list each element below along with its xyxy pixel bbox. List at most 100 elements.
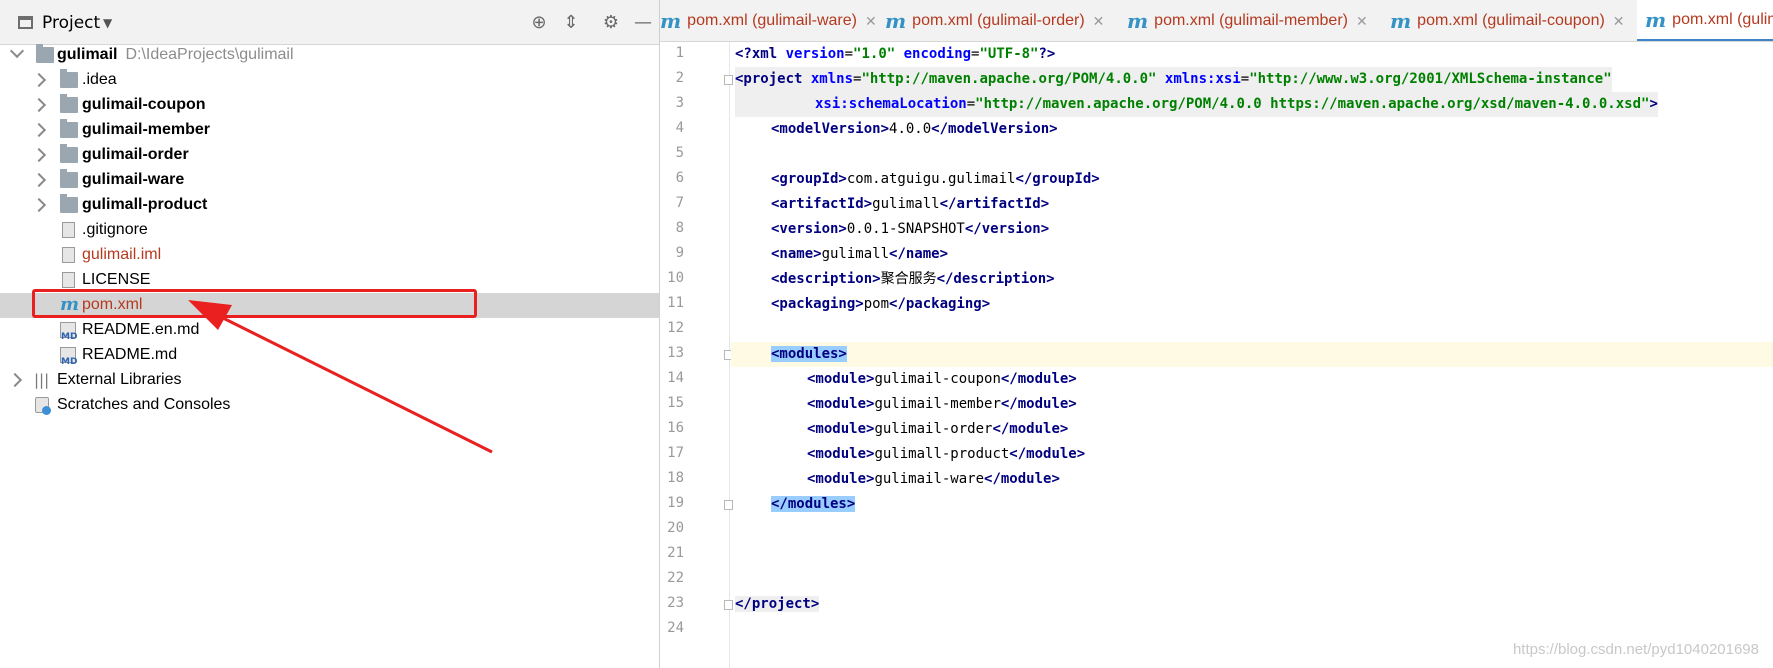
tree-item-module[interactable]: gulimail-member: [0, 118, 659, 143]
line-number: 15: [667, 395, 684, 411]
chevron-right-icon[interactable]: [31, 172, 47, 188]
module-folder-icon: [60, 194, 78, 213]
close-icon[interactable]: ✕: [1356, 13, 1368, 30]
token: encoding: [895, 46, 972, 62]
token: gulimail-coupon: [874, 371, 1001, 387]
token: </packaging>: [889, 296, 991, 312]
chevron-down-icon[interactable]: ▼: [103, 16, 112, 30]
chevron-right-icon[interactable]: [31, 197, 47, 213]
token: </module>: [992, 421, 1069, 437]
project-panel-header: Project ▼ ⊕ ⇕ ⚙ —: [0, 0, 659, 45]
tree-item-label: Scratches and Consoles: [57, 396, 231, 413]
clock-icon: [42, 406, 51, 415]
chevron-right-icon[interactable]: [7, 372, 23, 388]
token: <description>: [771, 271, 881, 287]
tab-label: pom.xml (gulimail-order): [912, 12, 1085, 29]
chevron-right-icon[interactable]: [31, 147, 47, 163]
line-number: 18: [667, 470, 684, 486]
tree-item-module[interactable]: gulimail-ware: [0, 168, 659, 193]
tab-pom-member[interactable]: m pom.xml (gulimail-member) ✕: [1127, 0, 1377, 41]
tree-item-label: gulimail D:\IdeaProjects\gulimail: [57, 46, 294, 64]
tree-item-file[interactable]: MD README.md: [0, 343, 659, 368]
tree-item-label: pom.xml: [82, 296, 143, 313]
line-number: 12: [667, 320, 684, 336]
token: <modelVersion>: [771, 121, 890, 137]
token: <module>: [807, 471, 875, 487]
code-line-15: <module>gulimail-member</module>: [807, 392, 1077, 417]
token: "UTF-8": [979, 46, 1039, 62]
token: </project>: [735, 596, 820, 612]
tree-item-file[interactable]: MD README.en.md: [0, 318, 659, 343]
token: <name>: [771, 246, 822, 262]
token: xmlns:xsi: [1156, 71, 1241, 87]
token: </module>: [1000, 396, 1077, 412]
token: =: [1240, 71, 1250, 87]
tab-pom-gulimail-active[interactable]: m pom.xml (gulimail: [1637, 0, 1773, 41]
minimize-icon[interactable]: —: [632, 12, 654, 34]
gear-icon[interactable]: ⚙: [600, 12, 622, 34]
line-number: 13: [667, 345, 684, 361]
tree-item-label: gulimail.iml: [82, 246, 162, 263]
tab-pom-ware[interactable]: m pom.xml (gulimail-ware) ✕: [660, 0, 877, 41]
tree-item-pom-selected[interactable]: m pom.xml: [0, 293, 659, 318]
iml-file-icon: [62, 247, 75, 263]
tree-item-file[interactable]: gulimail.iml: [0, 243, 659, 268]
code-line-3: xsi:schemaLocation="http://maven.apache.…: [735, 92, 1658, 117]
chevron-right-icon[interactable]: [31, 72, 47, 88]
tree-item-idea[interactable]: .idea: [0, 68, 659, 93]
code-line-1: <?xml version="1.0" encoding="UTF-8"?>: [735, 42, 1055, 67]
line-number: 5: [675, 145, 684, 161]
tab-pom-coupon[interactable]: m pom.xml (gulimail-coupon) ✕: [1390, 0, 1640, 41]
maven-icon: m: [1390, 9, 1412, 33]
tree-item-file[interactable]: .gitignore: [0, 218, 659, 243]
token: </modules>: [771, 496, 856, 512]
chevron-right-icon[interactable]: [31, 122, 47, 138]
tree-item-scratches[interactable]: Scratches and Consoles: [0, 393, 659, 418]
tab-pom-order[interactable]: m pom.xml (gulimail-order) ✕: [885, 0, 1104, 41]
token: gulimail-order: [874, 421, 993, 437]
token: xmlns: [810, 71, 854, 87]
close-icon[interactable]: ✕: [1093, 13, 1105, 30]
editor-tab-bar: m pom.xml (gulimail-ware) ✕ m pom.xml (g…: [660, 0, 1773, 42]
folder-icon: [60, 69, 78, 88]
code-editor[interactable]: <?xml version="1.0" encoding="UTF-8"?> <…: [731, 42, 1773, 668]
token: 0.0.1-SNAPSHOT: [846, 221, 965, 237]
token: <modules>: [771, 346, 847, 362]
token: </module>: [984, 471, 1060, 487]
token: version: [785, 46, 845, 62]
tree-item-file[interactable]: LICENSE: [0, 268, 659, 293]
token: <artifactId>: [771, 196, 873, 212]
token: "http://maven.apache.org/POM/4.0.0 https…: [975, 96, 1650, 112]
text-file-icon: [62, 272, 75, 288]
tree-item-label: gulimail-ware: [82, 171, 185, 188]
line-number: 24: [667, 620, 684, 636]
tree-item-external-libraries[interactable]: ||| External Libraries: [0, 368, 659, 393]
close-icon[interactable]: ✕: [1613, 13, 1625, 30]
close-icon[interactable]: ✕: [865, 13, 877, 30]
chevron-right-icon[interactable]: [31, 97, 47, 113]
maven-icon: m: [885, 9, 907, 33]
token: gulimall: [872, 196, 940, 212]
markdown-icon: MD: [60, 347, 77, 367]
module-folder-icon: [60, 94, 78, 113]
project-panel: Project ▼ ⊕ ⇕ ⚙ — gulimail D:\IdeaProject…: [0, 0, 660, 668]
locate-icon[interactable]: ⊕: [528, 12, 550, 34]
tree-item-module[interactable]: gulimail-coupon: [0, 93, 659, 118]
collapse-icon[interactable]: ⇕: [560, 12, 582, 34]
code-line-18: <module>gulimail-ware</module>: [807, 467, 1060, 492]
tree-item-module[interactable]: gulimail-order: [0, 143, 659, 168]
token: >: [1649, 96, 1658, 112]
tree-item-module[interactable]: gulimall-product: [0, 193, 659, 218]
maven-icon: m: [60, 294, 80, 315]
project-view-selector[interactable]: Project: [42, 13, 100, 33]
token: <module>: [807, 396, 875, 412]
code-line-13: <modules>: [771, 342, 847, 367]
root-name: gulimail: [57, 46, 118, 63]
token: ?>: [1038, 46, 1056, 62]
chevron-down-icon[interactable]: [9, 43, 25, 59]
line-number: 11: [667, 295, 684, 311]
tree-item-label: .gitignore: [82, 221, 148, 238]
tab-label: pom.xml (gulimail-ware): [687, 12, 857, 29]
code-line-17: <module>gulimall-product</module>: [807, 442, 1085, 467]
tree-item-root[interactable]: gulimail D:\IdeaProjects\gulimail: [0, 43, 659, 68]
